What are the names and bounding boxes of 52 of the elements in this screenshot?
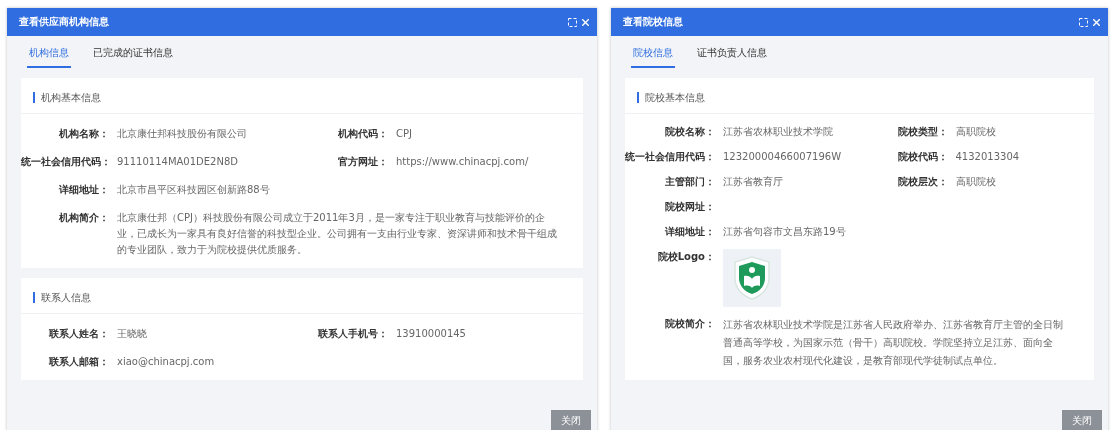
field-label: 机构简介： [58,211,109,225]
shield-logo-icon [733,256,771,300]
field-value: 北京市昌平区科技园区创新路88号 [117,183,271,197]
field-value: 13910000145 [396,327,467,341]
dialog-title: 查看供应商机构信息 [19,15,109,29]
section-title: 机构基本信息 [33,92,101,103]
field-label: 统一社会信用代码： [625,150,715,164]
field-label: 联系人姓名： [48,327,109,341]
field-label: 主管部门： [664,175,715,189]
field-value: 91110114MA01DE2N8D [117,155,239,169]
field-value: 江苏省句容市文昌东路19号 [723,225,847,239]
field-label: 院校简介： [664,317,715,331]
close-button[interactable]: 关闭 [551,410,591,430]
section-title: 联系人信息 [33,292,91,303]
tab[interactable]: 院校信息 [631,46,675,68]
description-text: 北京康仕邦（CPJ）科技股份有限公司成立于2011年3月，是一家专注于职业教育与技能评价的企业，已成长为一家具有良好信誉的科技型企业。公司拥有一支由行业专家、资深讲师和技术骨干组成的专业团队，致力于为院校提供优质服务。 [117,211,558,257]
dialog-title: 查看院校信息 [623,15,683,29]
field-label: 院校层次： [896,175,948,189]
section-title: 院校基本信息 [637,92,705,103]
field-value: 江苏省农林职业技术学院 [723,125,834,139]
field-label: 院校类型： [896,125,948,139]
field-value: CPJ [396,127,413,141]
field-value: 高职院校 [955,125,997,139]
field-label: 详细地址： [58,183,109,197]
description-text: 江苏省农林职业技术学院是江苏省人民政府举办、江苏省教育厅主管的全日制普通高等学校，为国家示范（骨干）高职院校。学院坚持立足江苏、面向全国，服务农业农村现代化建设，是教育部现代学徒制试点单位。 [723,318,1064,368]
field-value: 高职院校 [955,175,997,189]
tab[interactable]: 机构信息 [27,46,71,68]
field-value: 王晓晓 [117,327,148,341]
field-label: 院校网址： [664,200,715,214]
field-label: 院校代码： [896,150,948,164]
close-icon[interactable] [1093,18,1100,26]
field-value: 12320000466007196W [723,150,843,164]
field-value: 北京康仕邦科技股份有限公司 [117,127,248,141]
field-label: 详细地址： [664,225,715,239]
field-value: 江苏省教育厅 [723,175,784,189]
field-label: 机构代码： [337,127,388,141]
maximize-icon[interactable] [568,17,577,27]
field-label: 机构名称： [58,127,109,141]
field-label: 联系人手机号： [317,327,388,341]
field-label: 联系人邮箱： [48,355,109,369]
tab[interactable]: 已完成的证书信息 [91,46,175,68]
field-label: 统一社会信用代码： [21,155,109,169]
field-value: https://www.chinacpj.com/ [396,155,530,169]
maximize-icon[interactable] [1079,17,1088,27]
field-label: 官方网址： [337,155,388,169]
field-value: 4132013304 [955,150,1021,164]
field-label: 院校Logo： [656,250,715,264]
close-button[interactable]: 关闭 [1062,410,1102,430]
field-value: xiao@chinacpj.com [117,355,216,369]
tab[interactable]: 证书负责人信息 [695,46,769,68]
close-icon[interactable] [582,18,589,26]
field-label: 院校名称： [664,125,715,139]
